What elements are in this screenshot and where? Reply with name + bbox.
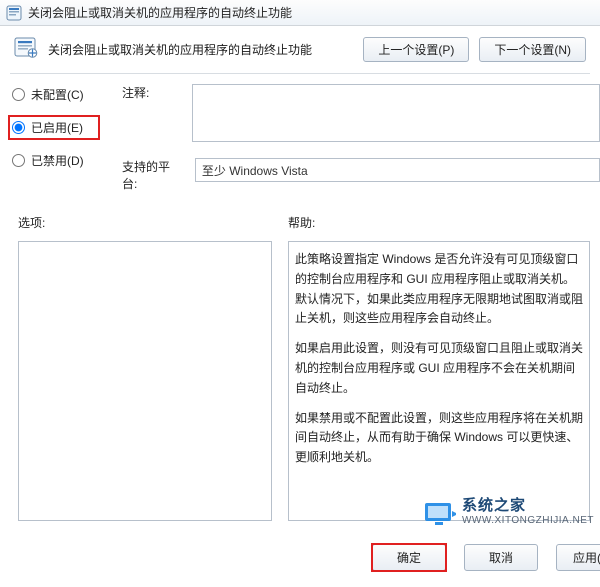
cancel-button[interactable]: 取消 [464,544,538,571]
supported-label: 支持的平台: [122,158,185,192]
radio-disabled[interactable]: 已禁用(D) [10,150,98,171]
help-paragraph: 如果禁用或不配置此设置，则这些应用程序将在关机期间自动终止，从而有助于确保 Wi… [295,409,583,468]
radio-disabled-input[interactable] [12,154,25,167]
window-titlebar: 关闭会阻止或取消关机的应用程序的自动终止功能 [0,0,600,26]
help-panel: 此策略设置指定 Windows 是否允许没有可见顶级窗口的控制台应用程序和 GU… [288,241,590,521]
policy-header: 关闭会阻止或取消关机的应用程序的自动终止功能 上一个设置(P) 下一个设置(N) [0,26,600,73]
radio-not-configured-input[interactable] [12,88,25,101]
radio-enabled-label: 已启用(E) [31,119,83,136]
next-setting-button[interactable]: 下一个设置(N) [479,37,586,62]
supported-value: 至少 Windows Vista [195,158,600,182]
footer-buttons: 确定 取消 应用(A) [372,544,600,571]
ok-button[interactable]: 确定 [372,544,446,571]
prev-setting-button[interactable]: 上一个设置(P) [363,37,469,62]
policy-title: 关闭会阻止或取消关机的应用程序的自动终止功能 [48,41,353,58]
policy-header-icon [14,36,38,63]
options-panel [18,241,272,521]
help-label: 帮助: [288,214,315,231]
section-headers: 选项: 帮助: [0,192,600,237]
panels: 此策略设置指定 Windows 是否允许没有可见顶级窗口的控制台应用程序和 GU… [0,237,600,521]
help-paragraph: 如果启用此设置，则没有可见顶级窗口且阻止或取消关机的控制台应用程序或 GUI 应… [295,339,583,398]
radio-not-configured-label: 未配置(C) [31,86,84,103]
window-title: 关闭会阻止或取消关机的应用程序的自动终止功能 [28,4,292,21]
divider [10,73,590,74]
comment-textarea[interactable] [192,84,600,142]
radio-not-configured[interactable]: 未配置(C) [10,84,98,105]
options-label: 选项: [18,214,288,231]
config-area: 未配置(C) 已启用(E) 已禁用(D) 注释: 支持的平台: 至少 Windo… [0,82,600,192]
help-paragraph: 此策略设置指定 Windows 是否允许没有可见顶级窗口的控制台应用程序和 GU… [295,250,583,329]
comment-row: 注释: [122,84,600,142]
radio-enabled[interactable]: 已启用(E) [10,117,98,138]
supported-row: 支持的平台: 至少 Windows Vista [122,158,600,192]
radio-enabled-input[interactable] [12,121,25,134]
comment-label: 注释: [122,84,182,101]
radio-disabled-label: 已禁用(D) [31,152,84,169]
apply-button[interactable]: 应用(A) [556,544,600,571]
policy-icon [6,5,22,21]
radio-group: 未配置(C) 已启用(E) 已禁用(D) [10,82,98,192]
meta-fields: 注释: 支持的平台: 至少 Windows Vista [122,82,600,192]
